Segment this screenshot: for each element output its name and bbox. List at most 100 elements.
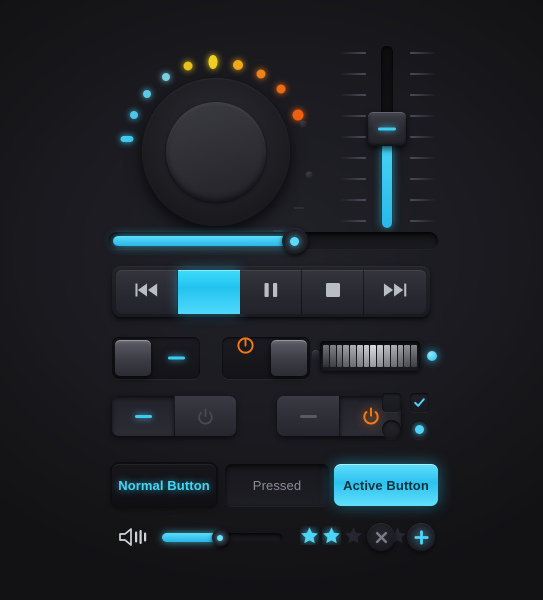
dash-button-inactive[interactable] — [277, 396, 339, 436]
bottom-toolbar — [112, 520, 437, 556]
fader-fill — [382, 141, 392, 228]
dash-icon — [168, 356, 185, 360]
meter-segment — [390, 345, 397, 367]
star-icon[interactable] — [344, 526, 363, 550]
meter-segment — [384, 345, 390, 367]
knob-value-dot — [256, 69, 266, 79]
checkbox-checked[interactable] — [410, 393, 429, 412]
plus-icon — [413, 529, 429, 545]
meter-segment — [329, 345, 336, 367]
transport-rewind-button[interactable] — [116, 270, 178, 314]
radio-dot — [415, 425, 424, 434]
meter-segment — [370, 345, 377, 367]
fader-handle[interactable] — [368, 111, 406, 146]
rotary-knob[interactable] — [108, 32, 320, 232]
radio-selected[interactable] — [410, 420, 429, 439]
fast-forward-icon — [383, 282, 407, 303]
button-row: Normal Button Pressed Active Button — [112, 464, 438, 506]
meter-segment — [397, 345, 404, 367]
pause-icon — [263, 282, 279, 303]
progress-fill — [113, 236, 295, 246]
knob-value-dot — [143, 90, 152, 99]
fader-tick — [340, 115, 366, 117]
dash-icon — [134, 414, 152, 418]
speaker-volume-icon[interactable] — [118, 527, 156, 552]
add-button[interactable] — [407, 523, 435, 551]
fader-tick — [410, 136, 436, 138]
meter-segment — [350, 345, 356, 367]
power-icon — [362, 407, 379, 425]
rocker-handle[interactable] — [271, 340, 307, 376]
knob-value-dot — [276, 84, 286, 94]
knob-value-dot — [120, 136, 134, 143]
star-icon[interactable] — [322, 526, 341, 550]
volume-handle[interactable] — [211, 529, 229, 546]
stop-icon — [325, 282, 341, 303]
fader-tick — [410, 52, 436, 54]
meter-segment — [343, 345, 350, 367]
fader-tick — [410, 94, 436, 96]
fader-handle-led — [378, 127, 396, 131]
fader-tick — [410, 115, 436, 117]
fader-tick — [410, 199, 436, 201]
horizontal-progress-slider[interactable] — [108, 228, 438, 254]
fader-tick — [340, 136, 366, 138]
rocker-handle[interactable] — [115, 340, 151, 376]
fader-ticks-right — [406, 44, 438, 230]
fader-tick — [340, 52, 366, 54]
fader-ticks-left — [336, 44, 368, 230]
fader-tick — [340, 157, 366, 159]
power-icon — [198, 408, 213, 424]
checkbox-unchecked[interactable] — [382, 393, 401, 412]
rocker-switch-right[interactable] — [222, 337, 310, 379]
power-icon — [236, 336, 255, 360]
knob-inner-disc — [166, 102, 266, 202]
power-button-inactive[interactable] — [174, 396, 236, 436]
meter-segment — [336, 345, 343, 367]
knob-tick — [293, 206, 304, 209]
knob-pin — [305, 171, 313, 179]
knob-value-dot — [129, 111, 138, 120]
check-icon — [414, 398, 425, 407]
meter-segments — [320, 341, 420, 371]
fader-tick — [410, 157, 436, 159]
ui-kit-canvas: Normal Button Pressed Active Button — [0, 0, 543, 600]
choice-cluster — [382, 393, 432, 441]
meter-segment — [377, 345, 384, 367]
meter-segment — [323, 345, 329, 367]
transport-stop-button[interactable] — [302, 270, 364, 314]
pressed-button[interactable]: Pressed — [225, 464, 329, 506]
fader-tick — [410, 73, 436, 75]
dash-button-active[interactable] — [112, 396, 174, 436]
normal-button[interactable]: Normal Button — [112, 464, 216, 506]
x-icon — [375, 531, 387, 543]
meter-thumb[interactable] — [312, 350, 319, 362]
fader-tick — [340, 73, 366, 75]
close-button[interactable] — [367, 523, 395, 551]
star-icon[interactable] — [300, 526, 319, 550]
transport-pause-button[interactable] — [240, 270, 302, 314]
led-level-meter[interactable] — [312, 341, 437, 375]
knob-value-dot — [232, 59, 243, 70]
transport-bar — [112, 266, 430, 318]
knob-value-dot — [208, 55, 218, 70]
knob-value-dot — [161, 73, 170, 82]
rocker-switch-left[interactable] — [112, 337, 200, 379]
progress-handle[interactable] — [281, 228, 308, 254]
radio-unselected[interactable] — [382, 420, 401, 439]
fader-tick — [340, 94, 366, 96]
meter-status-led — [427, 351, 437, 361]
fader-tick — [340, 178, 366, 180]
vertical-fader[interactable] — [334, 44, 440, 230]
active-button[interactable]: Active Button — [334, 464, 438, 506]
fader-tick — [410, 178, 436, 180]
meter-segment — [356, 345, 363, 367]
transport-forward-button[interactable] — [364, 270, 426, 314]
knob-pin — [299, 120, 307, 128]
fader-tick — [410, 220, 436, 222]
transport-play-button[interactable] — [178, 270, 240, 314]
knob-body[interactable] — [142, 78, 290, 226]
knob-value-dot — [183, 61, 193, 71]
meter-segment — [404, 345, 411, 367]
dash-icon — [299, 414, 317, 418]
